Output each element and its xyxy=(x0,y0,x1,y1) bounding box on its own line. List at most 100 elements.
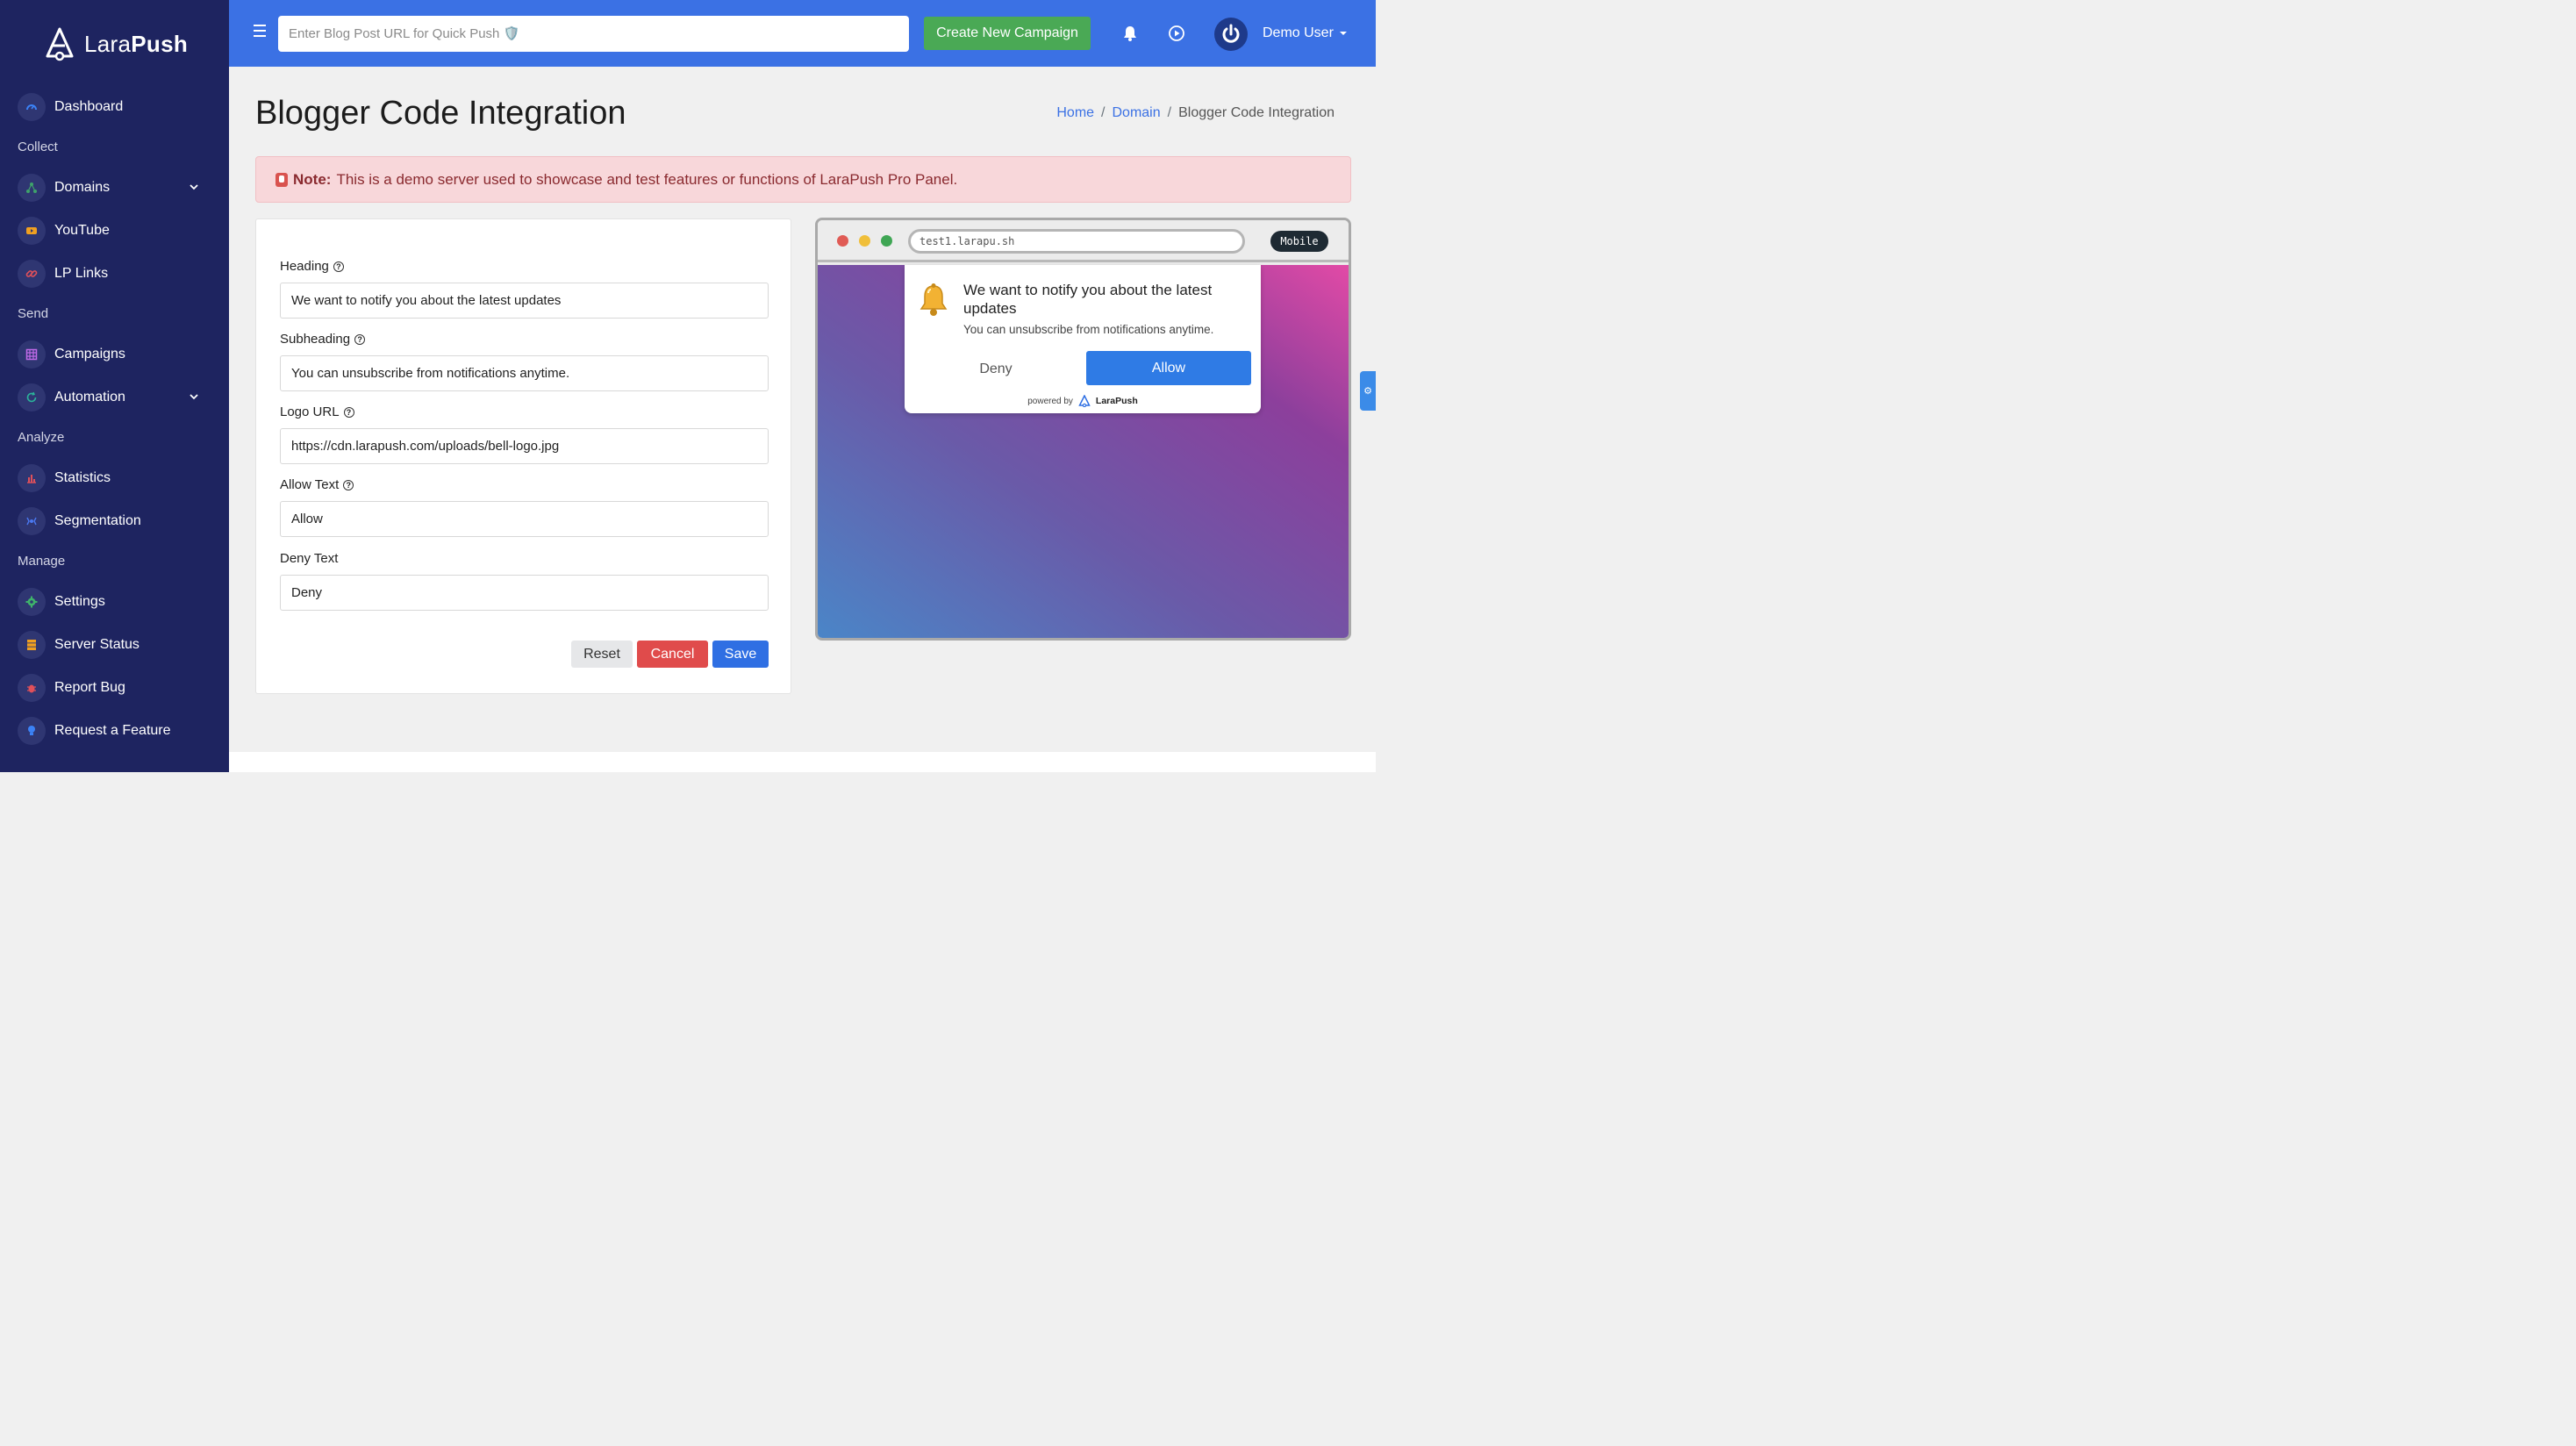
page-title: Blogger Code Integration xyxy=(255,95,626,132)
chevron-down-icon xyxy=(190,184,198,190)
youtube-icon xyxy=(18,217,46,245)
power-icon xyxy=(1222,24,1240,43)
bar-chart-icon xyxy=(18,464,46,492)
popup-subtitle: You can unsubscribe from notifications a… xyxy=(963,323,1214,336)
lightbulb-icon xyxy=(18,717,46,745)
close-dot-icon xyxy=(837,235,848,247)
breadcrumb-separator: / xyxy=(1167,105,1172,120)
play-circle-icon[interactable] xyxy=(1168,25,1185,42)
help-icon[interactable]: ? xyxy=(343,406,354,418)
sidebar-item-label: Server Status xyxy=(54,637,140,652)
top-navbar: Create New Campaign Demo User xyxy=(229,0,1376,67)
logo-url-label: Logo URL ? xyxy=(280,404,354,419)
maximize-dot-icon xyxy=(881,235,892,247)
sidebar-item-report-bug[interactable]: Report Bug xyxy=(18,673,206,703)
help-icon[interactable]: ? xyxy=(354,333,366,345)
demo-server-alert: Note: This is a demo server used to show… xyxy=(255,156,1351,203)
sidebar-section-manage: Manage xyxy=(18,554,66,569)
preview-page-background: We want to notify you about the latest u… xyxy=(818,265,1349,638)
sidebar-item-dashboard[interactable]: Dashboard xyxy=(18,92,206,122)
mobile-toggle-button[interactable]: Mobile xyxy=(1270,231,1328,252)
sidebar-item-label: Dashboard xyxy=(54,99,124,114)
alert-label: Note: xyxy=(293,170,332,188)
gear-icon xyxy=(18,588,46,616)
sidebar-item-label: Domains xyxy=(54,180,111,195)
link-icon xyxy=(18,260,46,288)
heading-label: Heading ? xyxy=(280,259,344,274)
popup-allow-button[interactable]: Allow xyxy=(1086,351,1251,385)
sidebar-section-collect: Collect xyxy=(18,140,58,154)
reset-button[interactable]: Reset xyxy=(571,641,633,668)
sidebar-item-settings[interactable]: Settings xyxy=(18,587,206,617)
logo-url-input[interactable] xyxy=(280,428,769,464)
sidebar-item-label: Statistics xyxy=(54,470,111,485)
sidebar-section-analyze: Analyze xyxy=(18,430,65,445)
breadcrumb: Home / Domain / Blogger Code Integration xyxy=(1056,105,1335,121)
footer xyxy=(229,752,1376,772)
sidebar-item-label: LP Links xyxy=(54,266,109,281)
powered-by: powered by LaraPush xyxy=(1027,395,1138,407)
segment-icon xyxy=(18,507,46,535)
sidebar-item-label: Report Bug xyxy=(54,680,125,695)
sidebar-item-server-status[interactable]: Server Status xyxy=(18,630,206,660)
breadcrumb-home[interactable]: Home xyxy=(1056,105,1094,121)
subheading-label: Subheading ? xyxy=(280,332,366,347)
popup-deny-button[interactable]: Deny xyxy=(931,353,1061,386)
sidebar-item-campaigns[interactable]: Campaigns xyxy=(18,340,206,369)
siren-icon xyxy=(275,172,288,187)
hamburger-menu-icon[interactable] xyxy=(254,25,266,37)
gauge-icon xyxy=(18,93,46,121)
help-icon[interactable]: ? xyxy=(343,479,354,490)
larapush-logo-icon xyxy=(46,27,74,61)
sidebar-item-request-feature[interactable]: Request a Feature xyxy=(18,716,206,746)
heading-input[interactable] xyxy=(280,283,769,319)
breadcrumb-current: Blogger Code Integration xyxy=(1178,105,1335,120)
avatar[interactable] xyxy=(1214,18,1248,51)
sidebar: LaraPush Dashboard Collect Domains YouTu… xyxy=(0,0,229,772)
bug-icon xyxy=(18,674,46,702)
sidebar-item-lp-links[interactable]: LP Links xyxy=(18,259,206,289)
deny-text-input[interactable] xyxy=(280,575,769,611)
cancel-button[interactable]: Cancel xyxy=(637,641,708,668)
sidebar-item-segmentation[interactable]: Segmentation xyxy=(18,506,206,536)
sidebar-item-label: Segmentation xyxy=(54,513,141,528)
breadcrumb-domain[interactable]: Domain xyxy=(1113,105,1161,121)
sidebar-item-label: Campaigns xyxy=(54,347,125,362)
caret-down-icon xyxy=(1339,32,1347,35)
popup-title: We want to notify you about the latest u… xyxy=(963,282,1213,317)
sidebar-item-label: Settings xyxy=(54,594,105,609)
minimize-dot-icon xyxy=(859,235,870,247)
sidebar-item-label: Automation xyxy=(54,390,125,404)
user-name: Demo User xyxy=(1263,25,1334,40)
integration-form-card: Heading ? Subheading ? Logo URL ? Allow … xyxy=(255,218,791,694)
user-menu[interactable]: Demo User xyxy=(1263,25,1348,41)
preview-url-bar: test1.larapu.sh xyxy=(908,229,1245,254)
subheading-input[interactable] xyxy=(280,355,769,391)
server-icon xyxy=(18,631,46,659)
sidebar-item-statistics[interactable]: Statistics xyxy=(18,463,206,493)
allow-text-input[interactable] xyxy=(280,501,769,537)
cycle-icon xyxy=(18,383,46,412)
create-campaign-button[interactable]: Create New Campaign xyxy=(924,17,1091,50)
bell-icon[interactable] xyxy=(1121,25,1139,42)
larapush-logo-icon xyxy=(1078,395,1091,407)
quick-push-url-input[interactable] xyxy=(278,16,909,52)
breadcrumb-separator: / xyxy=(1101,105,1106,120)
sidebar-item-automation[interactable]: Automation xyxy=(18,383,206,412)
notification-popup: We want to notify you about the latest u… xyxy=(905,265,1261,413)
settings-drawer-gear-icon[interactable]: ⚙ xyxy=(1360,371,1376,411)
brand-name: LaraPush xyxy=(84,30,189,57)
sidebar-item-domains[interactable]: Domains xyxy=(18,173,206,203)
alert-text: This is a demo server used to showcase a… xyxy=(336,170,958,188)
allow-text-label: Allow Text ? xyxy=(280,477,354,492)
bell-logo-icon xyxy=(919,283,948,316)
sidebar-item-label: YouTube xyxy=(54,223,110,238)
help-icon[interactable]: ? xyxy=(333,261,344,272)
network-icon xyxy=(18,174,46,202)
save-button[interactable]: Save xyxy=(712,641,769,668)
sidebar-item-label: Request a Feature xyxy=(54,723,171,738)
deny-text-label: Deny Text xyxy=(280,551,339,566)
sidebar-item-youtube[interactable]: YouTube xyxy=(18,216,206,246)
sidebar-section-send: Send xyxy=(18,306,49,321)
brand-logo[interactable]: LaraPush xyxy=(44,26,188,61)
